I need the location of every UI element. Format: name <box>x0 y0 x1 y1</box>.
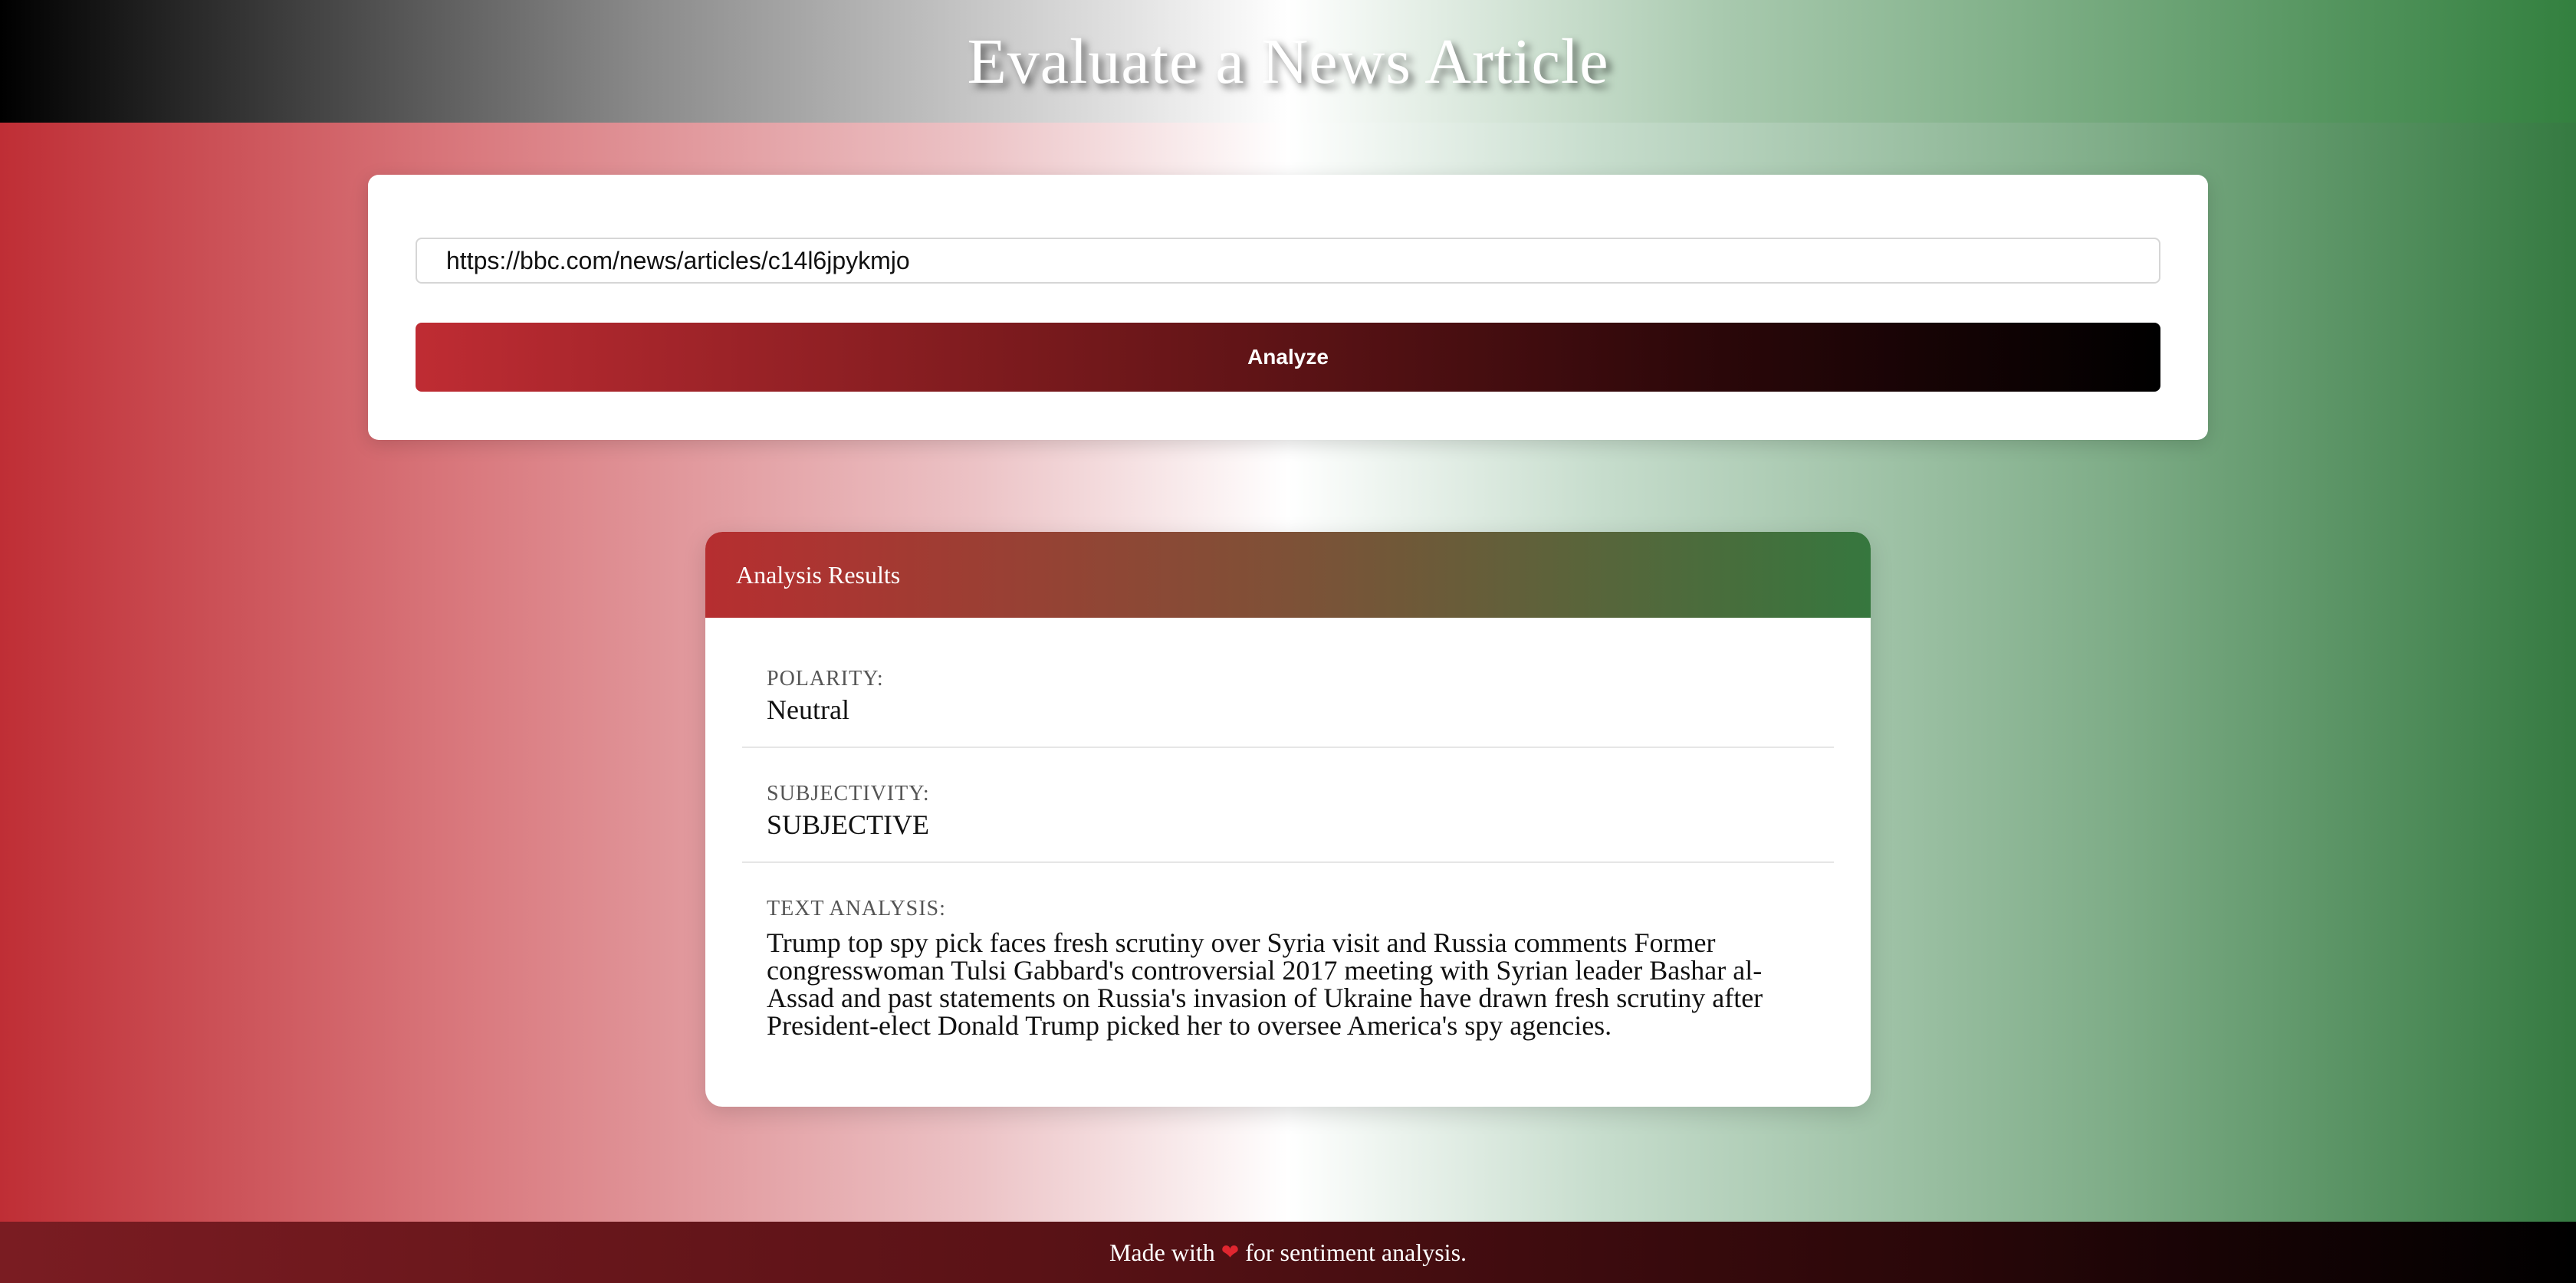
page-title: Evaluate a News Article <box>967 25 1609 97</box>
page-header: Evaluate a News Article <box>0 0 2576 123</box>
text-analysis-label: TEXT ANALYSIS: <box>767 897 946 920</box>
text-analysis-value: Trump top spy pick faces fresh scrutiny … <box>767 927 1763 1041</box>
polarity-value: Neutral <box>767 694 849 725</box>
divider <box>742 861 1834 863</box>
footer-suffix: for sentiment analysis. <box>1245 1238 1467 1266</box>
subjectivity-label: SUBJECTIVITY: <box>767 782 930 806</box>
page-footer: Made with ❤ for sentiment analysis. <box>0 1222 2576 1283</box>
url-input[interactable] <box>416 238 2160 284</box>
subjectivity-result: SUBJECTIVITY: SUBJECTIVE <box>742 782 1834 838</box>
polarity-label: POLARITY: <box>767 667 884 691</box>
analyze-button[interactable]: Analyze <box>416 323 2160 392</box>
results-title: Analysis Results <box>736 560 901 589</box>
subjectivity-value: SUBJECTIVE <box>767 809 930 840</box>
results-body: POLARITY: Neutral SUBJECTIVITY: SUBJECTI… <box>705 618 1871 1039</box>
heart-icon: ❤ <box>1221 1241 1240 1265</box>
analyze-form-card: Analyze <box>368 175 2208 440</box>
text-analysis-result: TEXT ANALYSIS: Trump top spy pick faces … <box>742 897 1834 1039</box>
polarity-result: POLARITY: Neutral <box>742 667 1834 724</box>
footer-prefix: Made with <box>1109 1238 1215 1266</box>
analysis-results-card: Analysis Results POLARITY: Neutral SUBJE… <box>705 532 1871 1107</box>
results-header: Analysis Results <box>705 532 1871 618</box>
divider <box>742 747 1834 748</box>
